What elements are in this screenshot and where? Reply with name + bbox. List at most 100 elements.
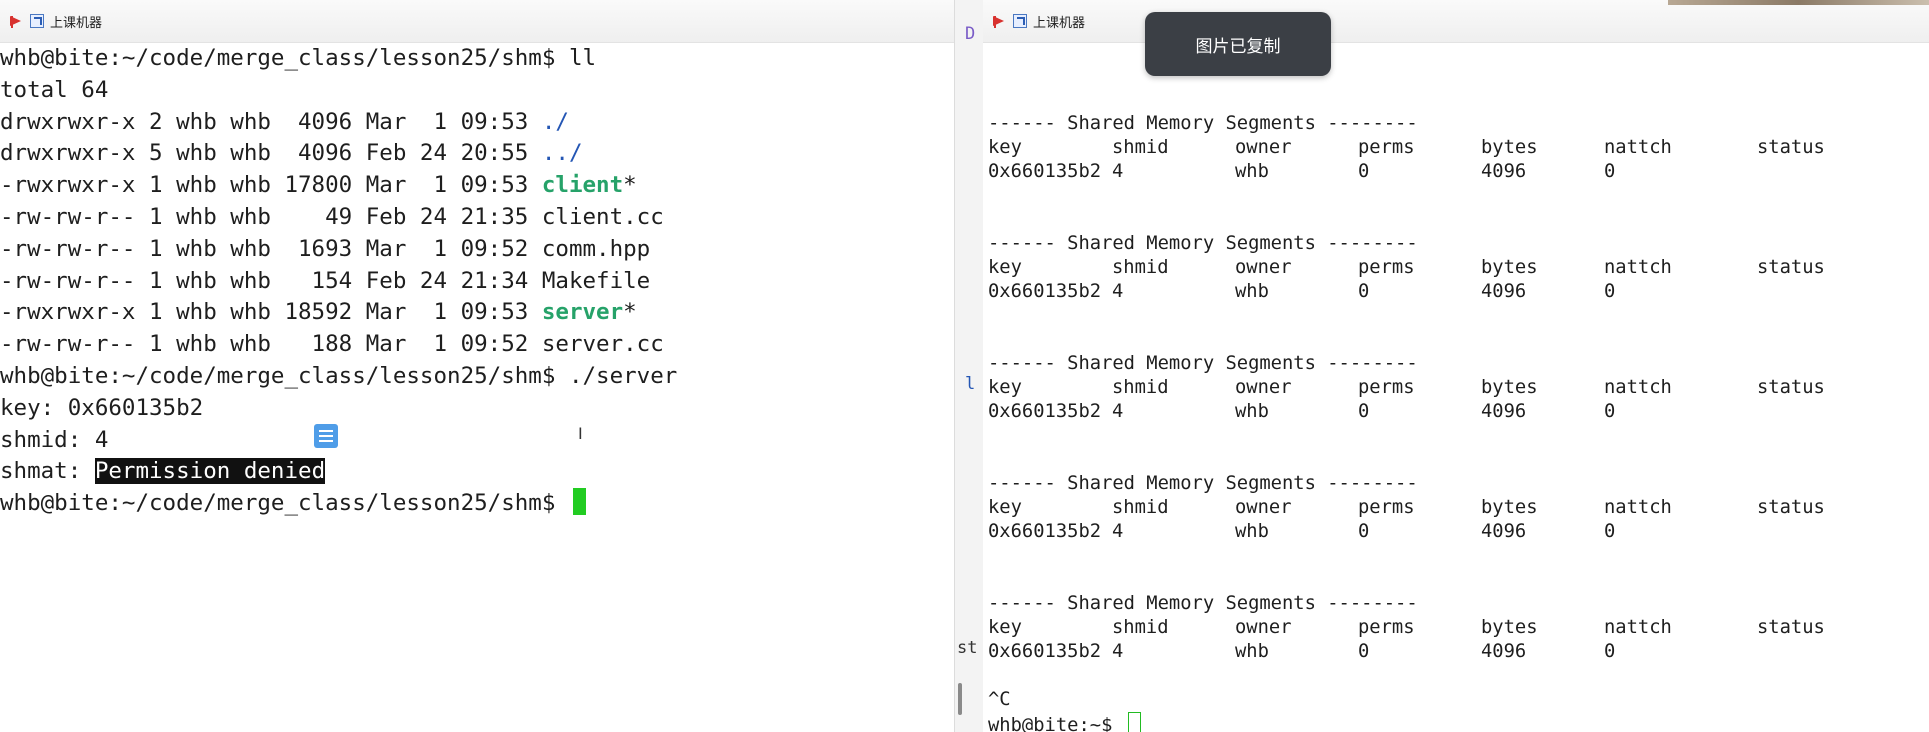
pin-icon[interactable] bbox=[993, 14, 1007, 28]
segment-value: whb bbox=[1235, 161, 1269, 182]
terminal-text: whb@bite:~/code/merge_class/lesson25/shm… bbox=[0, 490, 569, 517]
column-header: status bbox=[1757, 497, 1825, 518]
terminal-line: -rw-rw-r-- 1 whb whb 1693 Mar 1 09:52 co… bbox=[0, 234, 954, 266]
shortcut-icon bbox=[1013, 14, 1027, 28]
column-header: owner bbox=[1235, 617, 1292, 638]
segment-value: 4096 bbox=[1481, 401, 1527, 422]
column-header: owner bbox=[1235, 137, 1292, 158]
column-header: key bbox=[988, 377, 1022, 398]
right-terminal-output[interactable]: ------ Shared Memory Segments -------- ke… bbox=[988, 88, 1929, 732]
terminal-cursor[interactable] bbox=[572, 488, 586, 516]
terminal-text: * bbox=[623, 172, 637, 199]
segment-value: 0 bbox=[1604, 281, 1616, 302]
segment-value: 0 bbox=[1604, 521, 1616, 542]
webcam-overlay bbox=[1668, 0, 1929, 5]
segment-value: whb bbox=[1235, 401, 1269, 422]
terminal-line: key: 0x660135b2 bbox=[0, 393, 954, 425]
segment-value: 4096 bbox=[1481, 281, 1527, 302]
terminal-line: -rw-rw-r-- 1 whb whb 188 Mar 1 09:52 ser… bbox=[0, 329, 954, 361]
segment-value: 0x660135b2 bbox=[988, 401, 1102, 422]
terminal-text: -rw-rw-r-- 1 whb whb 1693 Mar 1 09:52 co… bbox=[0, 235, 651, 262]
segment-row: 0x660135b2 4 whb 0 4096 0 bbox=[988, 640, 1929, 664]
left-tab-bar: 上课机器 bbox=[0, 0, 954, 43]
column-header: status bbox=[1757, 137, 1825, 158]
terminal-line: -rw-rw-r-- 1 whb whb 49 Feb 24 21:35 cli… bbox=[0, 202, 954, 234]
terminal-text: -rw-rw-r-- 1 whb whb 154 Feb 24 21:34 Ma… bbox=[0, 267, 651, 294]
text-cursor-icon: I bbox=[578, 424, 583, 443]
terminal-line: shmid: 4 bbox=[0, 425, 954, 457]
terminal-cursor[interactable] bbox=[1127, 712, 1141, 732]
segment-value: 0 bbox=[1604, 401, 1616, 422]
column-header: nattch bbox=[1604, 257, 1672, 278]
segment-value: 0 bbox=[1604, 161, 1616, 182]
column-header: owner bbox=[1235, 497, 1292, 518]
terminal-line: -rwxrwxr-x 1 whb whb 17800 Mar 1 09:53 c… bbox=[0, 170, 954, 202]
segment-value: 0 bbox=[1358, 641, 1370, 662]
segment-row: 0x660135b2 4 whb 0 4096 0 bbox=[988, 400, 1929, 424]
column-header: nattch bbox=[1604, 137, 1672, 158]
segment-value: whb bbox=[1235, 641, 1269, 662]
column-header: perms bbox=[1358, 137, 1415, 158]
selected-text[interactable]: Permission denied bbox=[94, 458, 326, 485]
terminal-text: whb@bite:~/code/merge_class/lesson25/shm… bbox=[0, 45, 597, 71]
column-header: key bbox=[988, 257, 1022, 278]
left-terminal-pane[interactable]: 上课机器 whb@bite:~/code/merge_class/lesson2… bbox=[0, 0, 954, 732]
left-terminal-output[interactable]: whb@bite:~/code/merge_class/lesson25/shm… bbox=[0, 43, 954, 520]
scrollbar-thumb[interactable] bbox=[958, 683, 962, 715]
column-header: nattch bbox=[1604, 497, 1672, 518]
prompt-text: whb@bite:~$ bbox=[988, 715, 1124, 732]
segment-columns: key shmid owner perms bytes nattch status bbox=[988, 376, 1929, 400]
right-terminal-pane[interactable]: 上课机器 ------ Shared Memory Segments -----… bbox=[983, 0, 1929, 732]
terminal-line: whb@bite:~/code/merge_class/lesson25/shm… bbox=[0, 361, 954, 393]
segment-columns: key shmid owner perms bytes nattch status bbox=[988, 616, 1929, 640]
column-header: nattch bbox=[1604, 617, 1672, 638]
column-header: shmid bbox=[1112, 377, 1169, 398]
terminal-text: -rwxrwxr-x 1 whb whb 17800 Mar 1 09:53 bbox=[0, 172, 542, 199]
segment-value: 4 bbox=[1112, 521, 1124, 542]
terminal-line: drwxrwxr-x 5 whb whb 4096 Feb 24 20:55 .… bbox=[0, 138, 954, 170]
note-icon[interactable] bbox=[314, 424, 338, 448]
pin-icon[interactable] bbox=[10, 14, 24, 28]
terminal-text: shmat: bbox=[0, 458, 95, 485]
column-header: bytes bbox=[1481, 257, 1538, 278]
segment-row: 0x660135b2 4 whb 0 4096 0 bbox=[988, 520, 1929, 544]
column-header: owner bbox=[1235, 257, 1292, 278]
terminal-line: shmat: Permission denied bbox=[0, 456, 954, 488]
segment-value: 4 bbox=[1112, 401, 1124, 422]
column-header: status bbox=[1757, 257, 1825, 278]
segment-header: ------ Shared Memory Segments -------- bbox=[988, 593, 1418, 614]
column-header: perms bbox=[1358, 257, 1415, 278]
column-header: perms bbox=[1358, 617, 1415, 638]
divider-glyph-top: D bbox=[965, 24, 976, 44]
right-tab-title[interactable]: 上课机器 bbox=[1033, 12, 1085, 31]
segment-value: 4 bbox=[1112, 161, 1124, 182]
interrupt-line: ^C bbox=[988, 689, 1011, 710]
segment-value: 0x660135b2 bbox=[988, 161, 1102, 182]
terminal-text: -rw-rw-r-- 1 whb whb 49 Feb 24 21:35 cli… bbox=[0, 203, 664, 230]
divider-glyph-bottom: st bbox=[957, 638, 978, 658]
prompt-line: whb@bite:~$ bbox=[988, 712, 1929, 732]
segment-value: 0x660135b2 bbox=[988, 521, 1102, 542]
column-header: key bbox=[988, 497, 1022, 518]
terminal-text: drwxrwxr-x 2 whb whb 4096 Mar 1 09:53 bbox=[0, 108, 542, 135]
left-tab-title[interactable]: 上课机器 bbox=[50, 12, 102, 31]
terminal-text: ./ bbox=[541, 108, 569, 135]
terminal-line: total 64 bbox=[0, 75, 954, 107]
shortcut-icon bbox=[30, 14, 44, 28]
right-tab-bar: 上课机器 bbox=[983, 0, 1929, 43]
terminal-line: drwxrwxr-x 2 whb whb 4096 Mar 1 09:53 ./ bbox=[0, 107, 954, 139]
segment-row: 0x660135b2 4 whb 0 4096 0 bbox=[988, 280, 1929, 304]
terminal-text: key: 0x660135b2 bbox=[0, 394, 204, 421]
segment-columns: key shmid owner perms bytes nattch status bbox=[988, 496, 1929, 520]
segment-header: ------ Shared Memory Segments -------- bbox=[988, 353, 1418, 374]
terminal-line: -rwxrwxr-x 1 whb whb 18592 Mar 1 09:53 s… bbox=[0, 297, 954, 329]
pane-divider[interactable]: D l st bbox=[954, 0, 985, 732]
